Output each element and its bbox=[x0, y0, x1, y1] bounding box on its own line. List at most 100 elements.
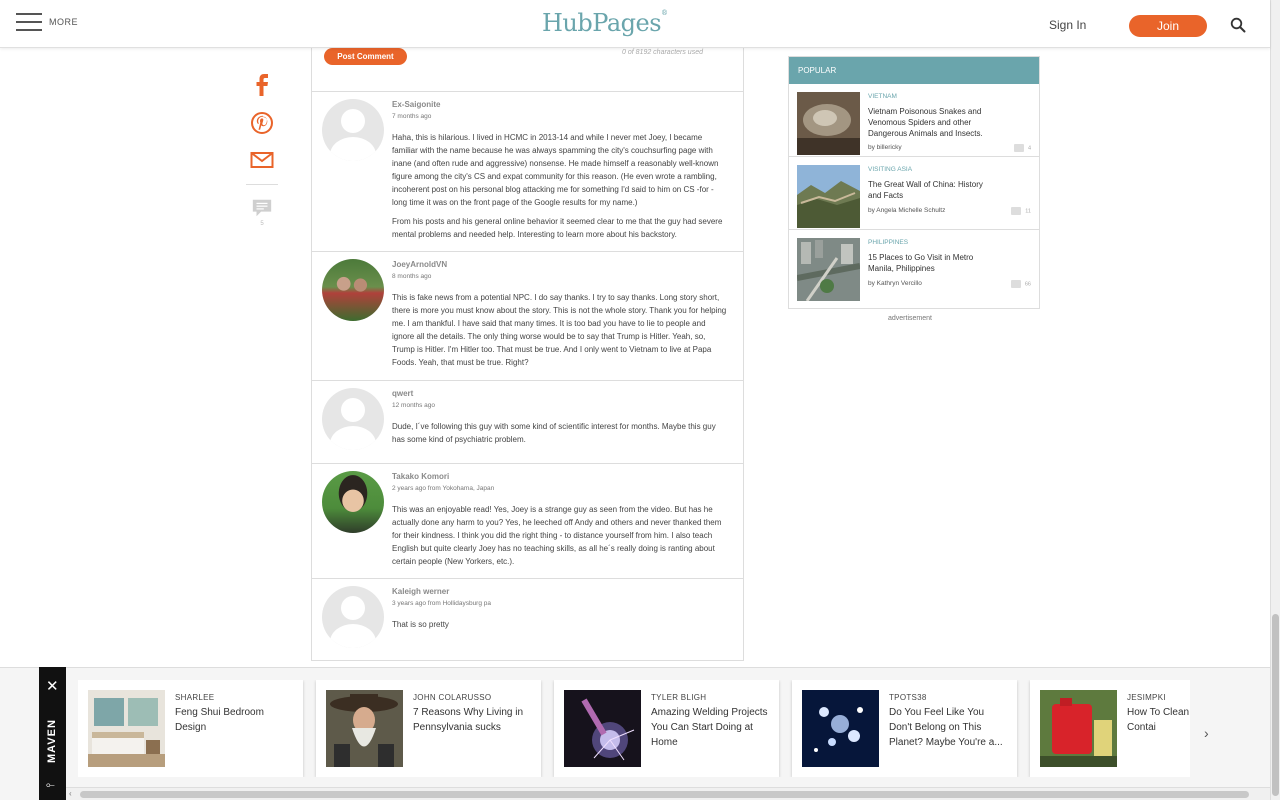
comment-meta: 7 months ago bbox=[392, 113, 432, 120]
card-image[interactable] bbox=[326, 690, 403, 767]
comment-author[interactable]: Takako Komori bbox=[392, 472, 729, 481]
popular-item[interactable]: PHILIPPINES 15 Places to Go Visit in Met… bbox=[789, 230, 1039, 303]
card-author: TYLER BLIGH bbox=[651, 693, 707, 702]
popular-thumbnail[interactable] bbox=[797, 238, 860, 301]
join-button[interactable]: Join bbox=[1129, 15, 1207, 37]
comment-icon bbox=[1011, 207, 1022, 215]
avatar[interactable] bbox=[322, 471, 384, 533]
horizontal-scrollbar[interactable]: ‹ bbox=[66, 787, 1270, 800]
comment-item: Kaleigh werner 3 years ago from Holliday… bbox=[312, 579, 743, 661]
advertisement-label: advertisement bbox=[888, 315, 932, 322]
card-title[interactable]: How To Clean Can Or Contai bbox=[1127, 705, 1190, 735]
maven-tab: ✕ MAVEN ⟜ bbox=[39, 667, 66, 800]
card-image[interactable] bbox=[564, 690, 641, 767]
site-header: MORE HubPages® Sign In Join bbox=[0, 0, 1270, 48]
email-icon[interactable] bbox=[250, 150, 274, 170]
char-counter: 0 of 8192 characters used bbox=[622, 49, 703, 56]
card-author: SHARLEE bbox=[175, 693, 215, 702]
comment-form-footer: Post Comment 0 of 8192 characters used bbox=[312, 48, 743, 92]
maven-card[interactable]: TYLER BLIGH Amazing Welding Projects You… bbox=[554, 680, 779, 777]
popular-count-value: 4 bbox=[1027, 145, 1031, 152]
comment-body: Dude, I´ve following this guy with some … bbox=[392, 420, 729, 446]
avatar[interactable] bbox=[322, 586, 384, 648]
comment-paragraph: This is fake news from a potential NPC. … bbox=[392, 293, 727, 367]
comment-body: Haha, this is hilarious. I lived in HCMC… bbox=[392, 131, 729, 241]
post-comment-button[interactable]: Post Comment bbox=[324, 48, 407, 65]
comment-body: That is so pretty bbox=[392, 618, 729, 631]
menu-icon[interactable] bbox=[16, 13, 42, 33]
card-image[interactable] bbox=[88, 690, 165, 767]
popular-thumbnail[interactable] bbox=[797, 92, 860, 155]
popular-comment-count: 11 bbox=[1011, 207, 1031, 215]
popular-item[interactable]: VISITING ASIA The Great Wall of China: H… bbox=[789, 157, 1039, 230]
vertical-scroll-thumb[interactable] bbox=[1272, 614, 1279, 796]
comment-paragraph: Haha, this is hilarious. I lived in HCMC… bbox=[392, 133, 719, 207]
comment-item: Ex-Saigonite 7 months ago Haha, this is … bbox=[312, 92, 743, 252]
popular-title[interactable]: The Great Wall of China: History and Fac… bbox=[868, 179, 993, 201]
card-author: TPOTS38 bbox=[889, 693, 927, 702]
popular-title[interactable]: Vietnam Poisonous Snakes and Venomous Sp… bbox=[868, 106, 993, 139]
comment-item: JoeyArnoldVN 8 months ago This is fake n… bbox=[312, 252, 743, 381]
comment-item: qwert 12 months ago Dude, I´ve following… bbox=[312, 381, 743, 464]
maven-card[interactable]: JESIMPKI How To Clean Can Or Contai bbox=[1030, 680, 1190, 777]
popular-category[interactable]: VISITING ASIA bbox=[868, 166, 912, 173]
search-icon[interactable] bbox=[1230, 17, 1246, 33]
comment-meta: 3 years ago from Hollidaysburg pa bbox=[392, 600, 491, 607]
avatar[interactable] bbox=[322, 388, 384, 450]
popular-item[interactable]: VIETNAM Vietnam Poisonous Snakes and Ven… bbox=[789, 84, 1039, 157]
sign-in-link[interactable]: Sign In bbox=[1049, 18, 1086, 32]
facebook-icon[interactable] bbox=[250, 70, 274, 96]
comment-icon bbox=[1010, 280, 1021, 288]
vertical-scrollbar[interactable] bbox=[1270, 0, 1280, 800]
comment-body: This is fake news from a potential NPC. … bbox=[392, 291, 729, 369]
card-title[interactable]: Do You Feel Like You Don't Belong on Thi… bbox=[889, 705, 1009, 750]
maven-card[interactable]: TPOTS38 Do You Feel Like You Don't Belon… bbox=[792, 680, 1017, 777]
comment-author[interactable]: qwert bbox=[392, 389, 729, 398]
maven-label: MAVEN bbox=[46, 719, 58, 763]
close-icon[interactable]: ✕ bbox=[46, 679, 59, 694]
hubpages-logo[interactable]: HubPages® bbox=[542, 9, 668, 37]
logo-mark: ® bbox=[661, 9, 668, 17]
more-label[interactable]: MORE bbox=[49, 17, 78, 27]
comment-paragraph: This was an enjoyable read! Yes, Joey is… bbox=[392, 505, 722, 566]
maven-card[interactable]: JOHN COLARUSSO 7 Reasons Why Living in P… bbox=[316, 680, 541, 777]
card-image[interactable] bbox=[1040, 690, 1117, 767]
card-title[interactable]: Feng Shui Bedroom Design bbox=[175, 705, 295, 735]
popular-count-value: 66 bbox=[1024, 281, 1031, 288]
comment-icon[interactable] bbox=[250, 197, 274, 219]
pinterest-icon[interactable] bbox=[250, 110, 274, 136]
share-sidebar: 5 bbox=[245, 70, 279, 227]
comment-author[interactable]: JoeyArnoldVN bbox=[392, 260, 729, 269]
comment-item: Takako Komori 2 years ago from Yokohama,… bbox=[312, 464, 743, 579]
card-author: JOHN COLARUSSO bbox=[413, 693, 492, 702]
card-title[interactable]: 7 Reasons Why Living in Pennsylvania suc… bbox=[413, 705, 533, 735]
comment-author[interactable]: Ex-Saigonite bbox=[392, 100, 729, 109]
card-title[interactable]: Amazing Welding Projects You Can Start D… bbox=[651, 705, 771, 750]
chevron-right-icon[interactable]: › bbox=[1204, 725, 1209, 741]
comment-paragraph: Dude, I´ve following this guy with some … bbox=[392, 422, 716, 444]
popular-category[interactable]: PHILIPPINES bbox=[868, 239, 908, 246]
avatar[interactable] bbox=[322, 99, 384, 161]
comment-meta: 2 years ago from Yokohama, Japan bbox=[392, 485, 495, 492]
popular-category[interactable]: VIETNAM bbox=[868, 93, 897, 100]
scroll-left-icon[interactable]: ‹ bbox=[69, 789, 72, 798]
popular-author[interactable]: by Kathryn Vercillo bbox=[868, 280, 922, 287]
popular-comment-count: 66 bbox=[1010, 280, 1031, 288]
pin-icon[interactable]: ⟜ bbox=[46, 779, 55, 792]
avatar[interactable] bbox=[322, 259, 384, 321]
comments-panel: Post Comment 0 of 8192 characters used E… bbox=[311, 48, 744, 661]
popular-title[interactable]: 15 Places to Go Visit in Metro Manila, P… bbox=[868, 252, 993, 274]
comment-meta: 8 months ago bbox=[392, 273, 432, 280]
maven-card[interactable]: SHARLEE Feng Shui Bedroom Design bbox=[78, 680, 303, 777]
card-author: JESIMPKI bbox=[1127, 693, 1166, 702]
popular-box: POPULAR VIETNAM Vietnam Poisonous Snakes… bbox=[788, 56, 1040, 309]
comment-author[interactable]: Kaleigh werner bbox=[392, 587, 729, 596]
popular-author[interactable]: by billericky bbox=[868, 144, 902, 151]
horizontal-scroll-thumb[interactable] bbox=[80, 791, 1249, 798]
popular-thumbnail[interactable] bbox=[797, 165, 860, 228]
popular-count-value: 11 bbox=[1025, 208, 1031, 215]
comment-paragraph: That is so pretty bbox=[392, 620, 449, 629]
card-image[interactable] bbox=[802, 690, 879, 767]
popular-author[interactable]: by Angela Michelle Schultz bbox=[868, 207, 945, 214]
maven-card-strip: SHARLEE Feng Shui Bedroom Design JOHN CO… bbox=[78, 680, 1190, 777]
